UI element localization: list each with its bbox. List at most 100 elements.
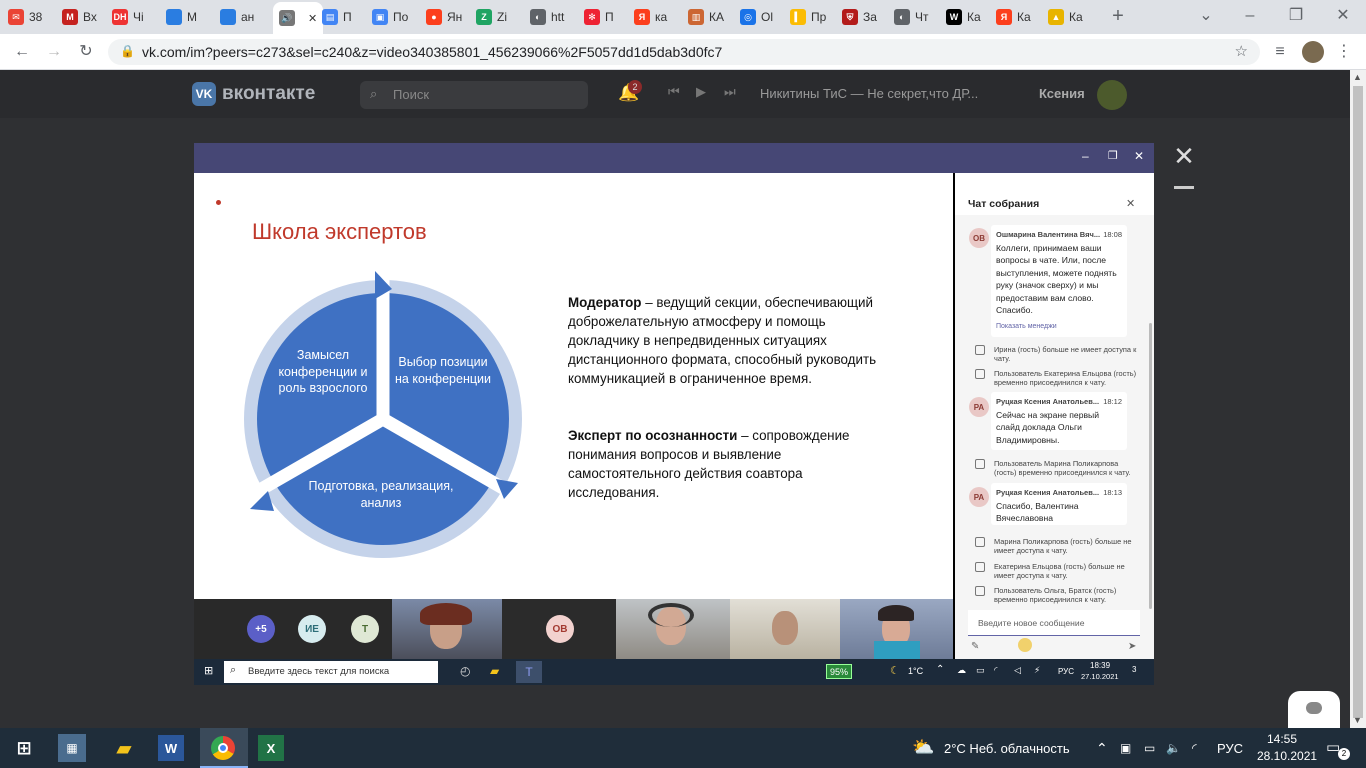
chat-bubble-button[interactable] — [1288, 691, 1340, 731]
tray-chevron-icon: ⌃ — [936, 664, 945, 675]
browser-tab[interactable]: Яка — [634, 6, 682, 28]
browser-tab[interactable]: Я Ка — [996, 6, 1044, 28]
browser-tab[interactable]: Z Zi — [476, 6, 524, 28]
next-track-icon[interactable]: ⏭ — [724, 84, 736, 100]
browser-tab[interactable]: M Вх — [62, 6, 110, 28]
moderator-paragraph: Модератор – ведущий секции, обеспечивающ… — [568, 293, 888, 388]
weather-icon[interactable]: ⛅ — [912, 737, 934, 758]
browser-tab[interactable]: 🔊 ✕ — [273, 2, 323, 34]
reload-icon[interactable]: ↻ — [76, 42, 96, 62]
vk-user-avatar[interactable] — [1097, 80, 1127, 110]
tab-label: М — [187, 10, 197, 24]
chat-message-time: 18:12 — [1103, 397, 1122, 406]
star-icon[interactable]: ☆ — [1235, 42, 1248, 60]
back-icon[interactable]: ← — [12, 42, 32, 62]
lock-icon: 🔒 — [120, 44, 135, 58]
participant-avatar: +5 — [247, 615, 275, 643]
tray-chevron-icon[interactable]: ⌃ — [1096, 728, 1108, 768]
vk-user-name[interactable]: Ксения — [1039, 86, 1085, 101]
remote-search-placeholder: Введите здесь текст для поиска — [248, 666, 390, 677]
tab-label: Ol — [761, 10, 773, 24]
scroll-thumb[interactable] — [1353, 86, 1363, 718]
weather-text[interactable]: 2°C Неб. облачность — [944, 728, 1070, 768]
tab-label: Ян — [447, 10, 463, 24]
browser-tab[interactable]: ◎ Ol — [740, 6, 788, 28]
forward-icon[interactable]: → — [44, 42, 64, 62]
calculator-icon[interactable]: ▦ — [58, 734, 86, 762]
browser-tab[interactable]: ◐ htt — [530, 6, 578, 28]
media-control-icon[interactable]: ≡ — [1270, 42, 1290, 62]
meet-now-icon[interactable]: ▣ — [1120, 728, 1131, 768]
notifications-count: 2 — [1338, 748, 1350, 760]
video-player[interactable]: – ❐ ✕ Школа экспертов Замысел конференци… — [194, 143, 1154, 685]
scroll-down-icon[interactable]: ▼ — [1353, 715, 1362, 725]
browser-tab[interactable]: ▍ Пр — [790, 6, 838, 28]
page-scrollbar[interactable]: ▲ ▼ — [1350, 70, 1366, 728]
tab-label: Ка — [1017, 10, 1031, 24]
address-bar[interactable]: 🔒 vk.com/im?peers=c273&sel=c240&z=video3… — [108, 39, 1260, 65]
browser-tab[interactable]: ан — [220, 6, 268, 28]
profile-avatar[interactable] — [1302, 41, 1324, 63]
browser-tab[interactable]: ● Ян — [426, 6, 474, 28]
tab-search-icon[interactable]: ⌄ — [1196, 6, 1216, 26]
presentation-slide: Школа экспертов Замысел конференции и ро… — [194, 173, 953, 599]
volume-icon: ◁ — [1014, 665, 1021, 675]
window-close-icon[interactable]: ✕ — [1333, 6, 1353, 26]
chat-system-icon — [975, 537, 985, 547]
browser-tab[interactable]: ⛨ За — [842, 6, 890, 28]
window-minimize-icon[interactable]: – — [1240, 6, 1260, 26]
battery-icon[interactable]: ▭ — [1144, 728, 1155, 768]
minimize-video-icon[interactable] — [1174, 186, 1194, 189]
bullet-dot — [216, 200, 221, 205]
clock-date[interactable]: 28.10.2021 — [1257, 749, 1317, 763]
word-icon[interactable]: W — [158, 735, 184, 761]
tab-label: htt — [551, 10, 565, 24]
browser-tab[interactable]: W Ка — [946, 6, 994, 28]
tab-close-icon[interactable]: ✕ — [308, 12, 317, 25]
tab-favicon-icon — [220, 9, 236, 25]
tab-favicon-icon: ▍ — [790, 9, 806, 25]
teams-app-icon: T — [516, 661, 542, 683]
tab-label: Ка — [1069, 10, 1083, 24]
clock-time[interactable]: 14:55 — [1267, 732, 1297, 746]
vk-search-input[interactable]: ⌕ Поиск — [360, 81, 588, 109]
vk-logo-icon[interactable]: VK — [192, 82, 216, 106]
tab-label: П — [605, 10, 614, 24]
browser-tab[interactable]: ▣ По — [372, 6, 420, 28]
new-tab-icon[interactable]: + — [1108, 6, 1128, 26]
url-text: vk.com/im?peers=c273&sel=c240&z=video340… — [142, 44, 723, 60]
scroll-up-icon[interactable]: ▲ — [1353, 72, 1362, 82]
play-icon[interactable]: ▶ — [696, 84, 706, 100]
browser-tab[interactable]: ▤ П — [322, 6, 370, 28]
file-explorer-icon[interactable]: ▰ — [108, 732, 140, 764]
chat-message-text: Коллеги, принимаем ваши вопросы в чате. … — [996, 242, 1117, 316]
browser-tab[interactable]: DH Чі — [112, 6, 160, 28]
tab-favicon-icon: ● — [426, 9, 442, 25]
window-restore-icon[interactable]: ❐ — [1286, 6, 1306, 26]
menu-icon[interactable]: ⋮ — [1334, 42, 1354, 62]
format-icon: ✎ — [971, 641, 980, 652]
wifi-icon: ◜ — [994, 665, 998, 675]
windows-taskbar: ⊞ ▦ ▰ W X ⛅ 2°C Неб. облачность ⌃ ▣ ▭ 🔈 … — [0, 728, 1366, 768]
windows-start-icon[interactable]: ⊞ — [8, 732, 40, 764]
close-video-icon[interactable]: ✕ — [1172, 143, 1196, 169]
chat-avatar: ОВ — [969, 228, 989, 248]
prev-track-icon[interactable]: ⏮ — [668, 84, 680, 100]
browser-tab[interactable]: М — [166, 6, 214, 28]
send-icon: ➤ — [1128, 641, 1137, 652]
volume-icon[interactable]: 🔈 — [1166, 728, 1181, 768]
browser-tab[interactable]: ▲ Ка — [1048, 6, 1096, 28]
network-icon[interactable]: ◜ — [1192, 728, 1197, 768]
chat-system-message: Екатерина Ельцова (гость) больше не имее… — [994, 562, 1125, 580]
tab-favicon-icon: ◐ — [530, 9, 546, 25]
current-track[interactable]: Никитины ТиС — Не секрет,что ДР... — [760, 86, 978, 101]
browser-tab[interactable]: ✻ П — [584, 6, 632, 28]
browser-tab[interactable]: ✉ 38 — [8, 6, 56, 28]
browser-tab[interactable]: ◐ Чт — [894, 6, 942, 28]
start-icon: ⊞ — [204, 665, 214, 677]
chat-title: Чат собрания — [968, 198, 1040, 210]
browser-tab[interactable]: ▥ КА — [688, 6, 736, 28]
chrome-taskbar-button[interactable] — [200, 728, 248, 768]
excel-icon[interactable]: X — [258, 735, 284, 761]
input-language[interactable]: РУС — [1217, 728, 1243, 768]
